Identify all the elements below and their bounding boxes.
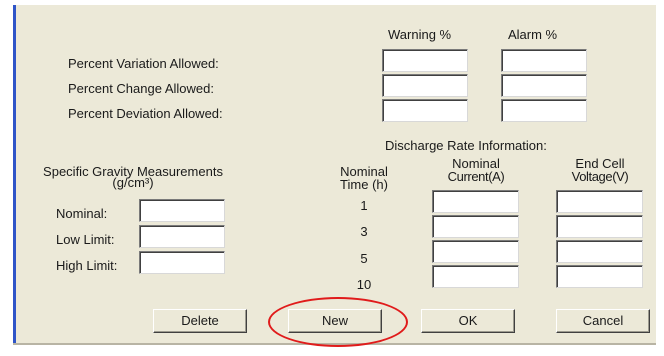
nominal-time-5: 5 bbox=[360, 251, 368, 266]
percent-change-warning-input[interactable] bbox=[382, 74, 468, 97]
alarm-header: Alarm % bbox=[508, 27, 558, 42]
nominal-current-input-2[interactable] bbox=[432, 215, 519, 238]
new-button[interactable]: New bbox=[288, 309, 382, 333]
nominal-time-1: 1 bbox=[360, 198, 368, 213]
high-limit-label: High Limit: bbox=[56, 258, 118, 273]
delete-button[interactable]: Delete bbox=[153, 309, 247, 333]
percent-deviation-alarm-input[interactable] bbox=[501, 99, 587, 122]
nominal-time-10: 10 bbox=[356, 277, 372, 292]
gravity-unit: (g/cm³) bbox=[112, 175, 154, 190]
discharge-title: Discharge Rate Information: bbox=[385, 138, 547, 153]
end-cell-voltage-input-2[interactable] bbox=[556, 215, 643, 238]
percent-variation-alarm-input[interactable] bbox=[501, 49, 587, 72]
nominal-current-input-1[interactable] bbox=[432, 190, 519, 213]
end-cell-voltage-input-3[interactable] bbox=[556, 240, 643, 263]
nominal-current-input-4[interactable] bbox=[432, 265, 519, 288]
warning-header: Warning % bbox=[388, 27, 452, 42]
nominal-time-header-line2: Time (h) bbox=[340, 177, 388, 192]
percent-change-alarm-input[interactable] bbox=[501, 74, 587, 97]
percent-variation-label: Percent Variation Allowed: bbox=[68, 56, 219, 71]
high-limit-input[interactable] bbox=[139, 251, 225, 274]
percent-variation-warning-input[interactable] bbox=[382, 49, 468, 72]
end-cell-voltage-header-line2: Voltage(V) bbox=[571, 169, 629, 184]
ok-button[interactable]: OK bbox=[421, 309, 515, 333]
low-limit-input[interactable] bbox=[139, 225, 225, 248]
percent-deviation-label: Percent Deviation Allowed: bbox=[68, 106, 223, 121]
cancel-button[interactable]: Cancel bbox=[556, 309, 650, 333]
nominal-current-input-3[interactable] bbox=[432, 240, 519, 263]
nominal-gravity-label: Nominal: bbox=[56, 206, 108, 221]
low-limit-label: Low Limit: bbox=[56, 232, 115, 247]
percent-deviation-warning-input[interactable] bbox=[382, 99, 468, 122]
nominal-gravity-input[interactable] bbox=[139, 199, 225, 222]
percent-change-label: Percent Change Allowed: bbox=[68, 81, 214, 96]
panel-bottom-edge bbox=[13, 343, 656, 345]
nominal-current-header-line2: Current(A) bbox=[447, 169, 505, 184]
nominal-time-3: 3 bbox=[360, 224, 368, 239]
end-cell-voltage-input-1[interactable] bbox=[556, 190, 643, 213]
end-cell-voltage-input-4[interactable] bbox=[556, 265, 643, 288]
